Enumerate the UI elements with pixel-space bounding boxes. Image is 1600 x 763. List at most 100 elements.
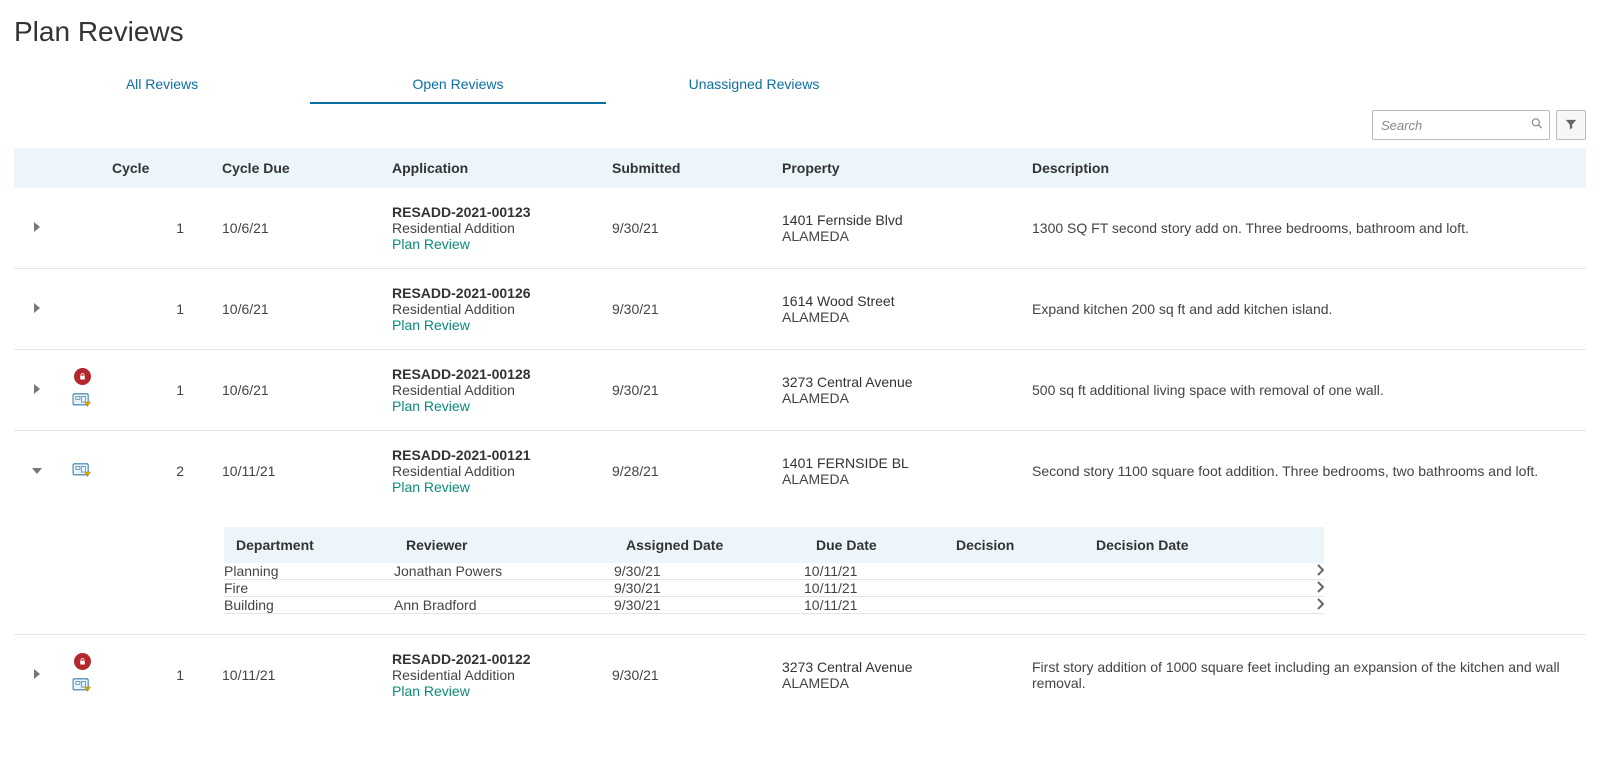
chevron-right-icon[interactable] — [1316, 563, 1324, 579]
cell-department: Planning — [224, 563, 394, 580]
application-number: RESADD-2021-00128 — [392, 366, 596, 382]
property-address: 1614 Wood Street — [782, 293, 1016, 309]
cell-due-date: 10/11/21 — [804, 597, 944, 614]
expand-toggle[interactable] — [32, 301, 42, 317]
table-row: 110/6/21 RESADD-2021-00126Residential Add… — [14, 269, 1586, 350]
cell-cycle: 1 — [104, 188, 214, 269]
plan-review-link[interactable]: Plan Review — [392, 317, 596, 333]
property-city: ALAMEDA — [782, 675, 1016, 691]
tab-open-reviews[interactable]: Open Reviews — [310, 66, 606, 104]
cell-reviewer: Jonathan Powers — [394, 563, 614, 580]
application-type: Residential Addition — [392, 463, 596, 479]
plan-review-link[interactable]: Plan Review — [392, 398, 596, 414]
plan-warning-icon: ! — [71, 461, 93, 482]
table-header-row: Cycle Cycle Due Application Submitted Pr… — [14, 148, 1586, 188]
cell-description: Second story 1100 square foot addition. … — [1024, 431, 1586, 512]
cell-cycle: 2 — [104, 431, 214, 512]
application-type: Residential Addition — [392, 220, 596, 236]
cell-department: Building — [224, 597, 394, 614]
search-icon[interactable] — [1530, 117, 1544, 134]
svg-text:!: ! — [87, 471, 88, 476]
col-cycle-due[interactable]: Cycle Due — [214, 148, 384, 188]
tab-unassigned-reviews[interactable]: Unassigned Reviews — [606, 66, 902, 104]
cell-submitted: 9/28/21 — [604, 431, 774, 512]
details-table-row: PlanningJonathan Powers9/30/2110/11/21 — [224, 563, 1324, 580]
cell-cycle-due: 10/6/21 — [214, 350, 384, 431]
cell-cycle-due: 10/11/21 — [214, 431, 384, 512]
application-type: Residential Addition — [392, 301, 596, 317]
search-wrap — [1372, 110, 1550, 140]
plan-review-link[interactable]: Plan Review — [392, 683, 596, 699]
lock-icon — [74, 368, 91, 385]
collapse-toggle[interactable] — [31, 463, 43, 479]
col-decision-date[interactable]: Decision Date — [1084, 527, 1284, 563]
chevron-right-icon[interactable] — [1316, 580, 1324, 596]
lock-icon — [74, 653, 91, 670]
application-type: Residential Addition — [392, 667, 596, 683]
application-type: Residential Addition — [392, 382, 596, 398]
cell-submitted: 9/30/21 — [604, 188, 774, 269]
cell-reviewer: Ann Bradford — [394, 597, 614, 614]
cell-submitted: 9/30/21 — [604, 635, 774, 716]
cell-description: 500 sq ft additional living space with r… — [1024, 350, 1586, 431]
property-address: 3273 Central Avenue — [782, 374, 1016, 390]
search-input[interactable] — [1372, 110, 1550, 140]
application-number: RESADD-2021-00122 — [392, 651, 596, 667]
tab-all-reviews[interactable]: All Reviews — [14, 66, 310, 104]
plan-review-link[interactable]: Plan Review — [392, 236, 596, 252]
details-table: DepartmentReviewerAssigned DateDue DateD… — [224, 527, 1324, 614]
cell-cycle: 1 — [104, 269, 214, 350]
cell-reviewer — [394, 580, 614, 597]
tabs: All Reviews Open Reviews Unassigned Revi… — [14, 66, 1586, 104]
toolbar — [14, 110, 1586, 140]
cell-decision-date — [1084, 580, 1284, 597]
cell-description: First story addition of 1000 square feet… — [1024, 635, 1586, 716]
col-reviewer[interactable]: Reviewer — [394, 527, 614, 563]
details-table-row: BuildingAnn Bradford9/30/2110/11/21 — [224, 597, 1324, 614]
table-row: ! 110/6/21 RESADD-2021-00128Residential Ad… — [14, 350, 1586, 431]
col-assigned-date[interactable]: Assigned Date — [614, 527, 804, 563]
cell-submitted: 9/30/21 — [604, 350, 774, 431]
property-address: 1401 FERNSIDE BL — [782, 455, 1016, 471]
property-city: ALAMEDA — [782, 390, 1016, 406]
details-table-row: Fire9/30/2110/11/21 — [224, 580, 1324, 597]
filter-button[interactable] — [1556, 110, 1586, 140]
expand-toggle[interactable] — [32, 382, 42, 398]
cell-decision-date — [1084, 563, 1284, 580]
col-cycle[interactable]: Cycle — [104, 148, 214, 188]
col-property[interactable]: Property — [774, 148, 1024, 188]
col-description[interactable]: Description — [1024, 148, 1586, 188]
col-submitted[interactable]: Submitted — [604, 148, 774, 188]
col-decision[interactable]: Decision — [944, 527, 1084, 563]
cell-assigned-date: 9/30/21 — [614, 597, 804, 614]
property-city: ALAMEDA — [782, 228, 1016, 244]
expand-toggle[interactable] — [32, 667, 42, 683]
plan-review-link[interactable]: Plan Review — [392, 479, 596, 495]
application-number: RESADD-2021-00121 — [392, 447, 596, 463]
property-city: ALAMEDA — [782, 471, 1016, 487]
cell-assigned-date: 9/30/21 — [614, 563, 804, 580]
application-number: RESADD-2021-00123 — [392, 204, 596, 220]
cell-cycle-due: 10/6/21 — [214, 188, 384, 269]
col-department[interactable]: Department — [224, 527, 394, 563]
filter-icon — [1564, 117, 1578, 134]
application-number: RESADD-2021-00126 — [392, 285, 596, 301]
property-address: 1401 Fernside Blvd — [782, 212, 1016, 228]
cell-due-date: 10/11/21 — [804, 563, 944, 580]
col-application[interactable]: Application — [384, 148, 604, 188]
cell-decision-date — [1084, 597, 1284, 614]
cell-cycle: 1 — [104, 635, 214, 716]
cell-cycle: 1 — [104, 350, 214, 431]
table-row: ! 210/11/21 RESADD-2021-00121Residential A… — [14, 431, 1586, 512]
cell-description: 1300 SQ FT second story add on. Three be… — [1024, 188, 1586, 269]
col-due-date[interactable]: Due Date — [804, 527, 944, 563]
svg-text:!: ! — [87, 687, 88, 692]
reviews-table: Cycle Cycle Due Application Submitted Pr… — [14, 148, 1586, 715]
cell-department: Fire — [224, 580, 394, 597]
property-city: ALAMEDA — [782, 309, 1016, 325]
plan-warning-icon: ! — [71, 391, 93, 412]
chevron-right-icon[interactable] — [1316, 597, 1324, 613]
cell-cycle-due: 10/6/21 — [214, 269, 384, 350]
cell-due-date: 10/11/21 — [804, 580, 944, 597]
expand-toggle[interactable] — [32, 220, 42, 236]
